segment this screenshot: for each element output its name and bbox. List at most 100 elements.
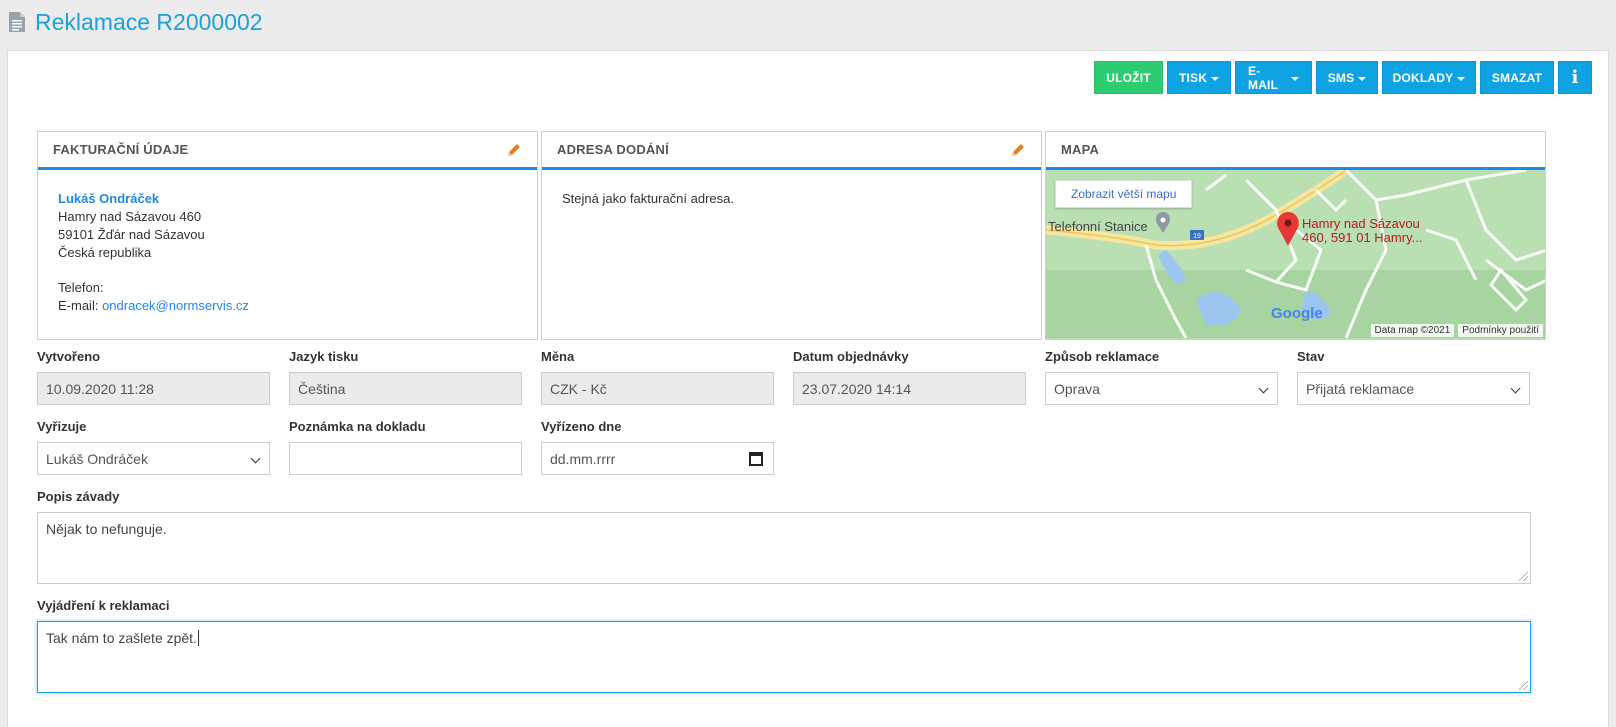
map-data-text: Data map ©2021	[1370, 324, 1455, 337]
resolved-date-input[interactable]: dd.mm.rrrr	[541, 442, 774, 475]
resolved-date-placeholder: dd.mm.rrrr	[550, 450, 616, 467]
delivery-card-title: ADRESA DODÁNÍ	[557, 142, 669, 157]
email-label: E-mail:	[58, 298, 99, 313]
handler-field: Vyřizuje Lukáš Ondráček	[37, 419, 270, 475]
billing-phone: Telefon:	[58, 279, 517, 297]
method-label: Způsob reklamace	[1045, 349, 1160, 364]
response-field: Vyjádření k reklamaci Tak nám to zašlete…	[37, 598, 1531, 693]
resolved-date-field: Vyřízeno dne dd.mm.rrrr	[541, 419, 774, 475]
currency-label: Měna	[541, 349, 575, 364]
billing-card-title: FAKTURAČNÍ ÚDAJE	[53, 142, 189, 157]
billing-card-header: FAKTURAČNÍ ÚDAJE	[38, 132, 537, 170]
document-icon	[9, 12, 25, 32]
handler-label: Vyřizuje	[37, 419, 87, 434]
info-button[interactable]: i	[1558, 61, 1592, 94]
defect-label: Popis závady	[37, 489, 120, 504]
page-header: Reklamace R2000002	[8, 4, 263, 40]
delivery-card-body: Stejná jako fakturační adresa.	[542, 170, 1041, 228]
caret-down-icon	[1358, 76, 1367, 81]
email-button-label: E-MAIL	[1248, 63, 1279, 92]
order-date-field: Datum objednávky 23.07.2020 14:14	[793, 349, 1026, 405]
caret-down-icon	[1457, 76, 1466, 81]
billing-email-row: E-mail: ondracek@normservis.cz	[58, 297, 517, 315]
print-language-label: Jazyk tisku	[289, 349, 359, 364]
response-text: Tak nám to zašlete zpět.	[46, 630, 197, 646]
status-label: Stav	[1297, 349, 1325, 364]
delivery-text: Stejná jako fakturační adresa.	[562, 191, 734, 206]
resize-grip-icon[interactable]	[1519, 572, 1528, 581]
resolved-date-label: Vyřízeno dne	[541, 419, 622, 434]
defect-text: Nějak to nefunguje.	[46, 521, 167, 537]
handler-select[interactable]: Lukáš Ondráček	[37, 442, 270, 475]
currency-input: CZK - Kč	[541, 372, 774, 405]
calendar-icon[interactable]	[749, 452, 763, 466]
phone-label: Telefon:	[58, 280, 104, 295]
map-footer: Data map ©2021 Podmínky použití	[1370, 324, 1543, 337]
print-language-input: Čeština	[289, 372, 522, 405]
delete-button[interactable]: SMAZAT	[1480, 61, 1554, 94]
pin-label: Hamry nad Sázavou 460, 591 01 Hamry...	[1302, 217, 1422, 245]
defect-field: Popis závady Nějak to nefunguje.	[37, 489, 1531, 584]
resize-grip-icon[interactable]	[1519, 681, 1528, 690]
order-date-label: Datum objednávky	[793, 349, 909, 364]
caret-down-icon	[1211, 76, 1220, 81]
info-icon: i	[1571, 67, 1579, 88]
created-input: 10.09.2020 11:28	[37, 372, 270, 405]
map-card-title: MAPA	[1061, 142, 1100, 157]
response-textarea[interactable]: Tak nám to zašlete zpět.​	[37, 621, 1531, 693]
print-language-field: Jazyk tisku Čeština	[289, 349, 522, 405]
billing-street: Hamry nad Sázavou 460	[58, 209, 202, 224]
method-select[interactable]: Oprava	[1045, 372, 1278, 405]
page-title: Reklamace R2000002	[35, 8, 263, 35]
pin-label-line-2: 460, 591 01 Hamry...	[1302, 230, 1423, 245]
save-button-label: ULOŽIT	[1106, 70, 1151, 85]
text-cursor: ​	[197, 630, 199, 646]
bigger-map-button[interactable]: Zobrazit větší mapu	[1055, 180, 1193, 208]
toolbar: ULOŽIT TISK E-MAIL SMS DOKLADY SMAZAT i	[1094, 61, 1592, 94]
method-field: Způsob reklamace Oprava	[1045, 349, 1278, 405]
print-button-label: TISK	[1178, 70, 1208, 85]
sms-button-label: SMS	[1327, 70, 1355, 85]
documents-button[interactable]: DOKLADY	[1382, 61, 1476, 94]
map-terms-link[interactable]: Podmínky použití	[1458, 324, 1543, 337]
handler-value: Lukáš Ondráček	[46, 450, 148, 467]
note-field: Poznámka na dokladu	[289, 419, 522, 475]
road-number: 19	[1193, 233, 1201, 240]
customer-name-link[interactable]: Lukáš Ondráček	[58, 190, 517, 208]
delete-button-label: SMAZAT	[1491, 70, 1543, 85]
caret-down-icon	[1291, 76, 1299, 81]
method-value: Oprava	[1054, 380, 1100, 397]
pin-label-line-1: Hamry nad Sázavou	[1302, 216, 1420, 231]
save-button[interactable]: ULOŽIT	[1094, 61, 1163, 94]
status-select[interactable]: Přijatá reklamace	[1297, 372, 1530, 405]
billing-country: Česká republika	[58, 245, 152, 260]
pencil-icon[interactable]	[506, 142, 522, 158]
note-label: Poznámka na dokladu	[289, 419, 426, 434]
order-date-input: 23.07.2020 14:14	[793, 372, 1026, 405]
billing-city: 59101 Žďár nad Sázavou	[58, 227, 205, 242]
map-card: MAPA 19 Zobrazit větší mapu Telefonní St…	[1045, 131, 1546, 340]
delivery-card-header: ADRESA DODÁNÍ	[542, 132, 1041, 170]
created-field: Vytvořeno 10.09.2020 11:28	[37, 349, 270, 405]
print-button[interactable]: TISK	[1167, 61, 1231, 94]
google-logo: Google	[1271, 305, 1323, 322]
defect-textarea[interactable]: Nějak to nefunguje.	[37, 512, 1531, 584]
response-label: Vyjádření k reklamaci	[37, 598, 170, 613]
status-field: Stav Přijatá reklamace	[1297, 349, 1530, 405]
documents-button-label: DOKLADY	[1392, 70, 1454, 85]
pencil-icon[interactable]	[1010, 142, 1026, 158]
email-link[interactable]: ondracek@normservis.cz	[102, 298, 249, 313]
map-card-header: MAPA	[1046, 132, 1545, 170]
main-panel: ULOŽIT TISK E-MAIL SMS DOKLADY SMAZAT i …	[7, 50, 1609, 727]
created-label: Vytvořeno	[37, 349, 101, 364]
note-input[interactable]	[289, 442, 522, 475]
map-view[interactable]: 19 Zobrazit větší mapu Telefonní Stanice…	[1046, 170, 1545, 339]
billing-card-body: Lukáš Ondráček Hamry nad Sázavou 460 591…	[38, 170, 537, 335]
status-value: Přijatá reklamace	[1306, 380, 1415, 397]
sms-button[interactable]: SMS	[1316, 61, 1378, 94]
billing-card: FAKTURAČNÍ ÚDAJE Lukáš Ondráček Hamry na…	[37, 131, 538, 340]
delivery-card: ADRESA DODÁNÍ Stejná jako fakturační adr…	[541, 131, 1042, 340]
email-button[interactable]: E-MAIL	[1235, 61, 1312, 94]
poi-label: Telefonní Stanice	[1048, 219, 1148, 234]
currency-field: Měna CZK - Kč	[541, 349, 774, 405]
